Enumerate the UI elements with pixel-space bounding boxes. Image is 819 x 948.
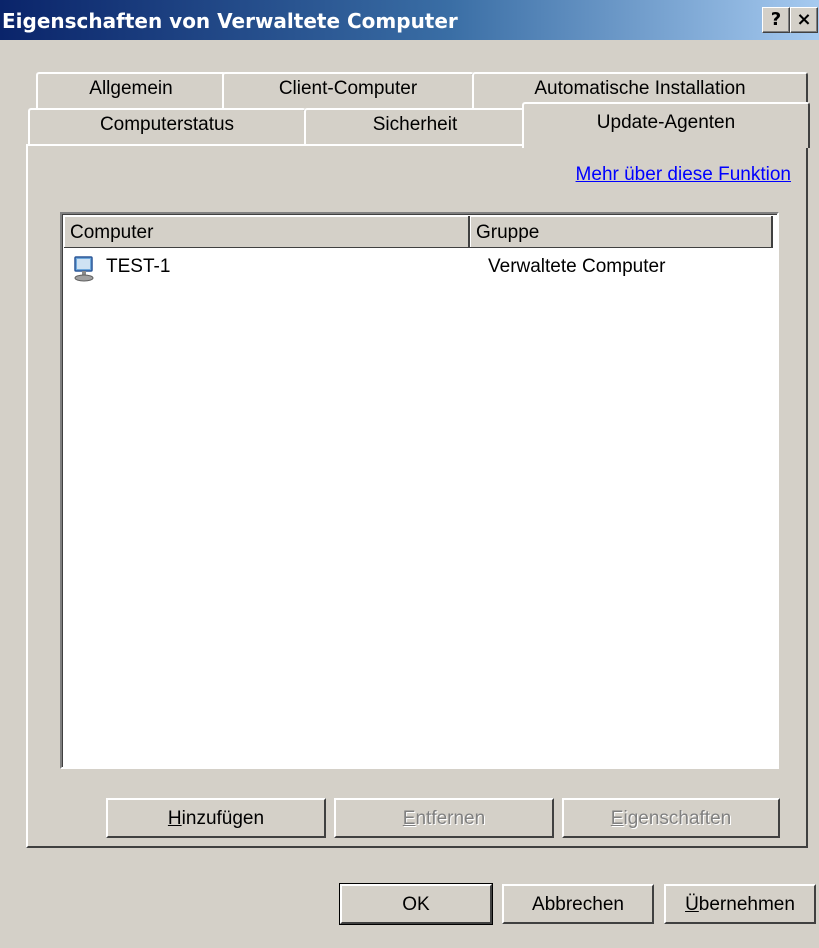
tab-computerstatus[interactable]: Computerstatus bbox=[28, 108, 306, 146]
cancel-button[interactable]: Abbrechen bbox=[502, 884, 654, 924]
ok-button-label: OK bbox=[402, 894, 430, 915]
apply-button[interactable]: Übernehmen bbox=[664, 884, 816, 924]
column-header-gruppe[interactable]: Gruppe bbox=[470, 216, 773, 248]
computer-icon bbox=[74, 256, 94, 282]
properties-button-label: igenschaften bbox=[623, 808, 732, 829]
close-button[interactable]: × bbox=[790, 7, 818, 33]
tab-sicherheit[interactable]: Sicherheit bbox=[304, 108, 526, 146]
agents-list[interactable]: Computer Gruppe TEST-1 Verwaltete Comput… bbox=[60, 212, 779, 769]
properties-button-mnemonic: E bbox=[610, 808, 624, 829]
remove-button-label: ntfernen bbox=[415, 808, 486, 829]
tab-label: Allgemein bbox=[89, 78, 173, 99]
cancel-button-label: Abbrechen bbox=[532, 894, 624, 915]
tab-label: Update-Agenten bbox=[596, 112, 736, 133]
apply-button-mnemonic: Ü bbox=[685, 894, 699, 915]
add-button-mnemonic: H bbox=[167, 808, 182, 829]
window-title: Eigenschaften von Verwaltete Computer bbox=[2, 9, 458, 33]
tab-label: Computerstatus bbox=[99, 114, 235, 135]
remove-button[interactable]: Entfernen bbox=[334, 798, 554, 838]
more-info-link[interactable]: Mehr über diese Funktion bbox=[576, 164, 791, 186]
add-button[interactable]: Hinzufügen bbox=[106, 798, 326, 838]
help-icon: ? bbox=[770, 9, 782, 30]
properties-button[interactable]: Eigenschaften bbox=[562, 798, 780, 838]
tab-client-computer[interactable]: Client-Computer bbox=[222, 72, 474, 108]
help-button[interactable]: ? bbox=[762, 7, 790, 33]
table-row[interactable]: TEST-1 Verwaltete Computer bbox=[66, 252, 766, 282]
ok-button[interactable]: OK bbox=[339, 883, 493, 925]
tab-allgemein[interactable]: Allgemein bbox=[36, 72, 226, 108]
cell-computer: TEST-1 bbox=[106, 256, 171, 277]
tab-label: Automatische Installation bbox=[534, 78, 746, 99]
close-icon: × bbox=[796, 9, 812, 30]
tab-label: Client-Computer bbox=[278, 78, 418, 99]
tab-update-agenten[interactable]: Update-Agenten bbox=[522, 102, 810, 148]
tab-label: Sicherheit bbox=[372, 114, 458, 135]
apply-button-label: bernehmen bbox=[698, 894, 795, 915]
title-bar: Eigenschaften von Verwaltete Computer ? … bbox=[0, 0, 819, 40]
remove-button-mnemonic: E bbox=[402, 808, 416, 829]
cell-group: Verwaltete Computer bbox=[488, 256, 666, 277]
column-header-computer[interactable]: Computer bbox=[64, 216, 470, 248]
add-button-label: inzufügen bbox=[181, 808, 265, 829]
